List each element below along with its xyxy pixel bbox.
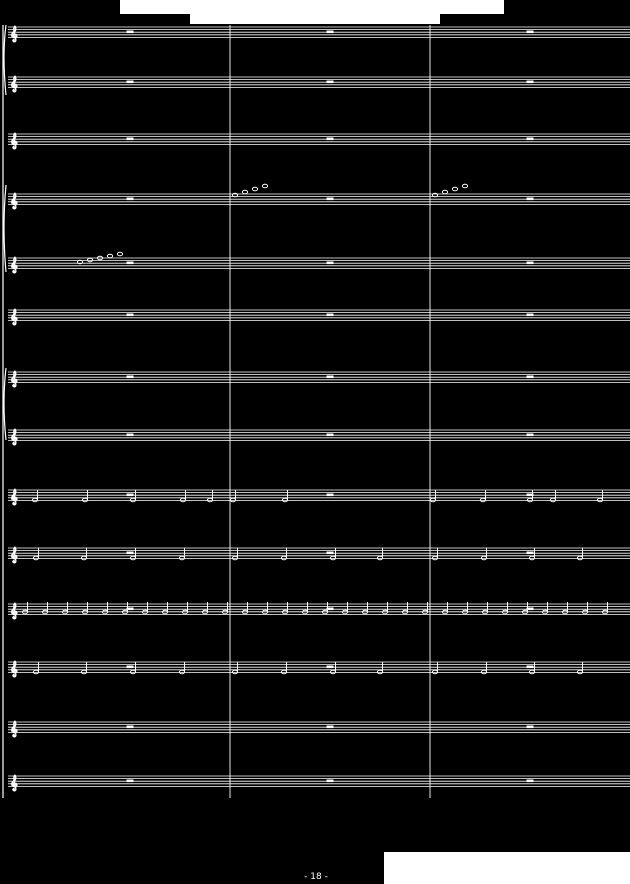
note-head bbox=[441, 189, 449, 195]
whole-rest bbox=[526, 665, 534, 669]
clef-icon: 𝄞 bbox=[10, 430, 18, 445]
whole-rest bbox=[526, 137, 534, 141]
whole-rest bbox=[526, 433, 534, 437]
clef-icon: 𝄞 bbox=[10, 372, 18, 387]
note-head bbox=[116, 251, 124, 257]
whole-rest bbox=[326, 433, 334, 437]
clef-icon: 𝄞 bbox=[10, 134, 18, 149]
whole-rest bbox=[126, 551, 134, 555]
whole-rest bbox=[526, 375, 534, 379]
whole-rest bbox=[326, 665, 334, 669]
whole-rest bbox=[326, 725, 334, 729]
whole-rest bbox=[126, 779, 134, 783]
whole-rest bbox=[526, 197, 534, 201]
music-score: 𝄞 𝄞 𝄞 𝄞 𝄞 𝄞 𝄞 𝄞 𝄞 𝄞 𝄞 𝄞 𝄞 𝄞 bbox=[2, 24, 630, 798]
whole-rest bbox=[126, 137, 134, 141]
note-head bbox=[451, 186, 459, 192]
clef-icon: 𝄞 bbox=[10, 548, 18, 563]
whole-rest bbox=[526, 725, 534, 729]
whole-rest bbox=[326, 197, 334, 201]
clef-icon: 𝄞 bbox=[10, 310, 18, 325]
whole-rest bbox=[326, 137, 334, 141]
page-number: - 18 - bbox=[304, 872, 328, 882]
whole-rest bbox=[526, 779, 534, 783]
whole-rest bbox=[526, 80, 534, 84]
clef-icon: 𝄞 bbox=[10, 194, 18, 209]
note-head bbox=[241, 189, 249, 195]
clef-icon: 𝄞 bbox=[10, 27, 18, 42]
clef-icon: 𝄞 bbox=[10, 77, 18, 92]
whole-rest bbox=[126, 197, 134, 201]
note-head bbox=[86, 257, 94, 263]
whole-rest bbox=[326, 313, 334, 317]
whole-rest bbox=[526, 313, 534, 317]
whole-rest bbox=[126, 493, 134, 497]
clef-icon: 𝄞 bbox=[10, 722, 18, 737]
note-head bbox=[251, 186, 259, 192]
note-head bbox=[261, 183, 269, 189]
whole-rest bbox=[126, 261, 134, 265]
brace-1 bbox=[3, 24, 7, 96]
whole-rest bbox=[326, 551, 334, 555]
whole-rest bbox=[326, 779, 334, 783]
clef-icon: 𝄞 bbox=[10, 662, 18, 677]
note-head bbox=[461, 183, 469, 189]
clef-icon: 𝄞 bbox=[10, 490, 18, 505]
whole-rest bbox=[126, 375, 134, 379]
whole-rest bbox=[326, 80, 334, 84]
whole-rest bbox=[126, 313, 134, 317]
whole-rest bbox=[126, 433, 134, 437]
whole-rest bbox=[526, 261, 534, 265]
whole-rest bbox=[326, 375, 334, 379]
whole-rest bbox=[126, 30, 134, 34]
brace-2 bbox=[3, 184, 7, 273]
brace-3 bbox=[3, 367, 7, 441]
whole-rest bbox=[526, 551, 534, 555]
clef-icon: 𝄞 bbox=[10, 776, 18, 791]
whole-rest bbox=[126, 80, 134, 84]
clef-icon: 𝄞 bbox=[10, 258, 18, 273]
whole-rest bbox=[126, 665, 134, 669]
whole-rest bbox=[326, 493, 334, 497]
whole-rest bbox=[526, 30, 534, 34]
note-head bbox=[106, 253, 114, 259]
whole-rest bbox=[326, 30, 334, 34]
clef-icon: 𝄞 bbox=[10, 604, 18, 619]
whole-rest bbox=[326, 261, 334, 265]
whole-rest bbox=[126, 725, 134, 729]
